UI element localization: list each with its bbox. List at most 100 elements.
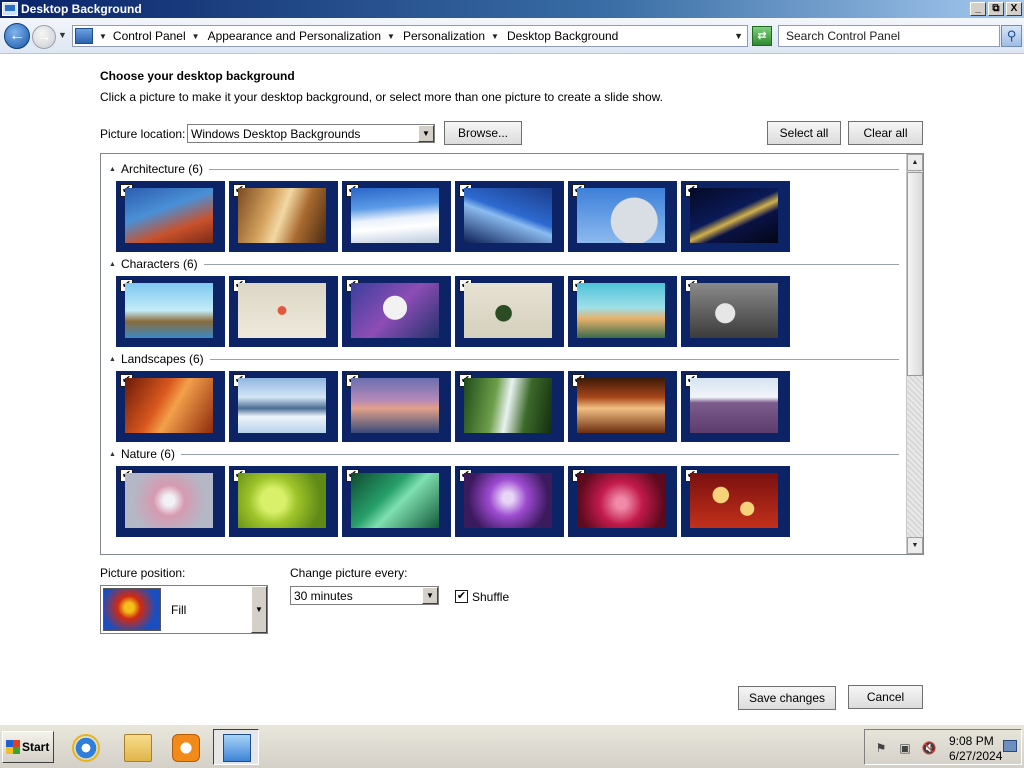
clock-date[interactable]: 6/27/2024 [949,749,1002,763]
picture-tile[interactable]: ✔ [681,276,790,347]
address-bar[interactable]: ▼ Control Panel ▼ Appearance and Personali… [72,25,748,47]
group-header-landscapes[interactable]: ▲ Landscapes (6) [109,352,899,366]
shuffle-label[interactable]: Shuffle [472,590,509,604]
picture-thumbnail[interactable] [351,473,439,528]
back-button[interactable]: ← [4,23,30,49]
picture-tile[interactable]: ✔ [116,466,225,537]
picture-thumbnail[interactable] [577,473,665,528]
minimize-button[interactable]: _ [970,2,986,16]
picture-thumbnail[interactable] [464,378,552,433]
scroll-up-icon[interactable]: ▲ [907,154,923,171]
picture-thumbnail[interactable] [690,188,778,243]
picture-thumbnail[interactable] [238,378,326,433]
taskbar-control-panel[interactable] [213,729,259,765]
taskbar-media-player[interactable] [162,729,208,765]
taskbar-internet-explorer[interactable] [62,729,108,765]
taskbar-file-explorer[interactable] [114,729,160,765]
picture-thumbnail[interactable] [464,283,552,338]
picture-tile[interactable]: ✔ [342,466,451,537]
breadcrumb-appearance[interactable]: Appearance and Personalization ▼ [208,29,395,43]
picture-thumbnail[interactable] [464,473,552,528]
picture-thumbnail[interactable] [238,473,326,528]
picture-location-select[interactable]: Windows Desktop Backgrounds ▼ [187,124,435,143]
picture-tile[interactable]: ✔ [116,371,225,442]
picture-tile[interactable]: ✔ [568,466,677,537]
refresh-button[interactable]: ⇄ [752,26,772,46]
picture-thumbnail[interactable] [238,188,326,243]
picture-tile[interactable]: ✔ [342,181,451,252]
picture-tile[interactable]: ✔ [229,371,338,442]
picture-tile[interactable]: ✔ [229,466,338,537]
group-header-nature[interactable]: ▲ Nature (6) [109,447,899,461]
picture-tile[interactable]: ✔ [229,276,338,347]
picture-thumbnail[interactable] [577,283,665,338]
picture-thumbnail[interactable] [464,188,552,243]
picture-thumbnail[interactable] [577,188,665,243]
picture-tile[interactable]: ✔ [455,181,564,252]
picture-thumbnail[interactable] [351,188,439,243]
cancel-button[interactable]: Cancel [848,685,923,709]
picture-tile[interactable]: ✔ [116,276,225,347]
collapse-arrow-icon[interactable]: ▲ [109,356,116,363]
save-changes-button[interactable]: Save changes [738,686,836,710]
chevron-down-icon[interactable]: ▼ [251,586,267,633]
picture-thumbnail[interactable] [351,378,439,433]
collapse-arrow-icon[interactable]: ▲ [109,451,116,458]
change-picture-select[interactable]: 30 minutes ▼ [290,586,439,605]
gallery-scrollbar[interactable]: ▲ ▼ [906,154,923,554]
close-button[interactable]: X [1006,2,1022,16]
network-icon[interactable]: ▣ [897,741,913,755]
picture-thumbnail[interactable] [125,283,213,338]
picture-tile[interactable]: ✔ [455,466,564,537]
action-center-flag-icon[interactable]: ⚑ [873,741,889,755]
scrollbar-thumb[interactable] [907,172,923,376]
picture-thumbnail[interactable] [577,378,665,433]
browse-button[interactable]: Browse... [444,121,522,145]
start-button[interactable]: Start [2,731,54,763]
picture-tile[interactable]: ✔ [681,466,790,537]
search-input[interactable]: Search Control Panel [778,25,1000,47]
collapse-arrow-icon[interactable]: ▲ [109,261,116,268]
chevron-down-icon[interactable]: ▼ [418,125,434,142]
picture-tile[interactable]: ✔ [455,276,564,347]
collapse-arrow-icon[interactable]: ▲ [109,166,116,173]
picture-position-select[interactable]: Fill ▼ [100,585,268,634]
select-all-button[interactable]: Select all [767,121,841,145]
picture-thumbnail[interactable] [238,283,326,338]
picture-tile[interactable]: ✔ [116,181,225,252]
picture-tile[interactable]: ✔ [568,371,677,442]
shuffle-checkbox[interactable]: ✔ [455,590,468,603]
show-desktop-button[interactable] [1003,740,1017,752]
chevron-down-icon[interactable]: ▼ [422,587,438,604]
group-header-architecture[interactable]: ▲ Architecture (6) [109,162,899,176]
picture-tile[interactable]: ✔ [342,276,451,347]
picture-tile[interactable]: ✔ [681,181,790,252]
breadcrumb-personalization[interactable]: Personalization ▼ [403,29,499,43]
picture-thumbnail[interactable] [125,378,213,433]
clear-all-button[interactable]: Clear all [848,121,923,145]
breadcrumb-control-panel[interactable]: ▼ Control Panel ▼ [99,29,200,43]
scroll-down-icon[interactable]: ▼ [907,537,923,554]
group-header-characters[interactable]: ▲ Characters (6) [109,257,899,271]
restore-button[interactable]: ⧉ [988,2,1004,16]
picture-tile[interactable]: ✔ [681,371,790,442]
forward-button[interactable]: → [32,25,56,49]
picture-tile[interactable]: ✔ [568,276,677,347]
search-icon[interactable]: ⚲ [1001,25,1022,47]
volume-muted-icon[interactable]: 🔇 [921,741,937,755]
clock-time[interactable]: 9:08 PM [949,734,994,748]
picture-tile[interactable]: ✔ [342,371,451,442]
picture-thumbnail[interactable] [690,473,778,528]
picture-tile[interactable]: ✔ [455,371,564,442]
address-dropdown-icon[interactable]: ▼ [734,31,743,41]
picture-thumbnail[interactable] [351,283,439,338]
picture-gallery[interactable]: ▲ Architecture (6) ✔ ✔ ✔ ✔ ✔ ✔ ▲ Charact… [100,153,924,555]
recent-pages-chevron-icon[interactable]: ▼ [58,30,67,40]
picture-thumbnail[interactable] [690,283,778,338]
picture-tile[interactable]: ✔ [229,181,338,252]
picture-thumbnail[interactable] [125,188,213,243]
picture-tile[interactable]: ✔ [568,181,677,252]
picture-thumbnail[interactable] [125,473,213,528]
breadcrumb-desktop-background[interactable]: Desktop Background [507,29,618,43]
picture-thumbnail[interactable] [690,378,778,433]
